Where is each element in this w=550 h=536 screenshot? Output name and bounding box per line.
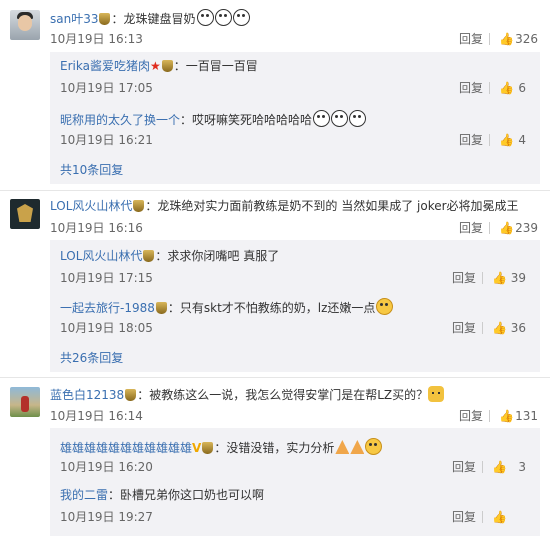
face-emoji-icon <box>313 110 331 127</box>
reply-button[interactable]: 回复 <box>452 509 476 525</box>
reply-time: 10月19日 17:15 <box>60 271 153 285</box>
reply-text: ：求求你闭嘴吧 真服了 <box>155 249 280 263</box>
avatar[interactable] <box>10 199 40 229</box>
lol-badge-icon <box>133 200 145 212</box>
divider <box>489 410 490 422</box>
comment-time: 10月19日 16:13 <box>50 32 143 46</box>
doge-emoji-icon <box>428 386 445 402</box>
reply-box: 雄雄雄雄雄雄雄雄雄雄雄V ：没错没错，实力分析 10月19日 16:20 回复 👍… <box>50 428 540 536</box>
divider <box>489 134 490 146</box>
username[interactable]: LOL风火山林代 <box>50 199 132 213</box>
lol-badge-icon <box>125 389 137 401</box>
divider <box>482 461 483 473</box>
like-count: 39 <box>510 271 526 285</box>
divider <box>489 33 490 45</box>
reply-text: ：只有skt才不怕教练的奶，lz还嫩一点 <box>167 301 376 315</box>
like-count: 239 <box>515 221 538 235</box>
avatar[interactable] <box>10 387 40 417</box>
username[interactable]: 昵称用的太久了换一个 <box>60 113 180 127</box>
face-emoji-icon <box>331 110 349 127</box>
like-count: 3 <box>518 460 526 474</box>
like-count: 326 <box>515 32 538 46</box>
clapping-hands-icon <box>350 440 365 454</box>
divider <box>489 82 490 94</box>
avatar[interactable] <box>10 10 40 40</box>
laughing-emoji-icon <box>376 298 394 315</box>
like-count: 4 <box>518 133 526 147</box>
username[interactable]: 我的二雷 <box>60 488 108 502</box>
comment-time: 10月19日 16:16 <box>50 221 143 235</box>
divider <box>482 322 483 334</box>
divider <box>482 272 483 284</box>
reply-button[interactable]: 回复 <box>452 270 476 286</box>
comment-text: ：龙珠键盘冒奶 <box>111 12 196 26</box>
lol-badge-icon <box>202 442 214 454</box>
username[interactable]: 雄雄雄雄雄雄雄雄雄雄雄 <box>60 441 192 455</box>
reply-box: LOL风火山林代 ：求求你闭嘴吧 真服了 10月19日 17:15 回复 👍 39… <box>50 240 540 372</box>
reply-text: ：卧槽兄弟你这口奶也可以啊 <box>108 488 265 502</box>
reply-box: Erika酱爱吃猪肉★ ：一百冒一百冒 10月19日 17:05 回复 👍 6 昵… <box>50 52 540 184</box>
reply-button[interactable]: 回复 <box>452 320 476 336</box>
like-count: 6 <box>518 81 526 95</box>
lol-badge-icon <box>161 60 173 72</box>
comment-time: 10月19日 16:14 <box>50 409 143 423</box>
lol-badge-icon <box>143 250 155 262</box>
reply-time: 10月19日 16:21 <box>60 133 153 147</box>
face-emoji-icon <box>196 9 214 26</box>
comment-divider <box>0 190 550 191</box>
clapping-hands-icon <box>335 440 350 454</box>
reply-text: ：一百冒一百冒 <box>173 59 258 73</box>
reply-button[interactable]: 回复 <box>459 132 483 148</box>
reply-button[interactable]: 回复 <box>452 459 476 475</box>
face-emoji-icon <box>232 9 250 26</box>
reply-button[interactable]: 回复 <box>459 31 483 47</box>
laughing-emoji-icon <box>365 438 383 455</box>
reply-button[interactable]: 回复 <box>459 220 483 236</box>
like-count: 131 <box>515 409 538 423</box>
username[interactable]: san叶33 <box>50 12 98 26</box>
username[interactable]: 一起去旅行-1988 <box>60 301 155 315</box>
username[interactable]: LOL风火山林代 <box>60 249 142 263</box>
reply-time: 10月19日 17:05 <box>60 81 153 95</box>
more-replies-link[interactable]: 共26条回复 <box>60 350 123 366</box>
face-emoji-icon <box>214 9 232 26</box>
divider <box>489 222 490 234</box>
like-count: 36 <box>510 321 526 335</box>
more-replies-link[interactable]: 共10条回复 <box>60 162 123 178</box>
reply-time: 10月19日 18:05 <box>60 321 153 335</box>
verified-v-icon: V <box>192 441 202 455</box>
comment-divider <box>0 377 550 378</box>
lol-badge-icon <box>99 13 111 25</box>
reply-button[interactable]: 回复 <box>459 408 483 424</box>
reply-text: ：哎呀嘛笑死哈哈哈哈哈 <box>180 113 313 127</box>
comment-text: ：龙珠绝对实力面前教练是奶不到的 当然如果成了 joker必将加冕成王 <box>145 199 519 213</box>
lol-badge-icon <box>155 302 167 314</box>
reply-button[interactable]: 回复 <box>459 80 483 96</box>
comment-text: ：被教练这么一说，我怎么觉得安掌门是在帮LZ买的？ <box>137 388 429 402</box>
divider <box>482 511 483 523</box>
reply-text: ：没错没错，实力分析 <box>214 441 335 455</box>
star-badge-icon: ★ <box>149 59 161 73</box>
reply-time: 10月19日 19:27 <box>60 510 153 524</box>
username[interactable]: Erika酱爱吃猪肉 <box>60 59 150 73</box>
face-emoji-icon <box>349 110 367 127</box>
reply-time: 10月19日 16:20 <box>60 460 153 474</box>
username[interactable]: 蓝色白12138 <box>50 388 124 402</box>
thumbs-up-icon[interactable]: 👍 <box>492 509 507 525</box>
